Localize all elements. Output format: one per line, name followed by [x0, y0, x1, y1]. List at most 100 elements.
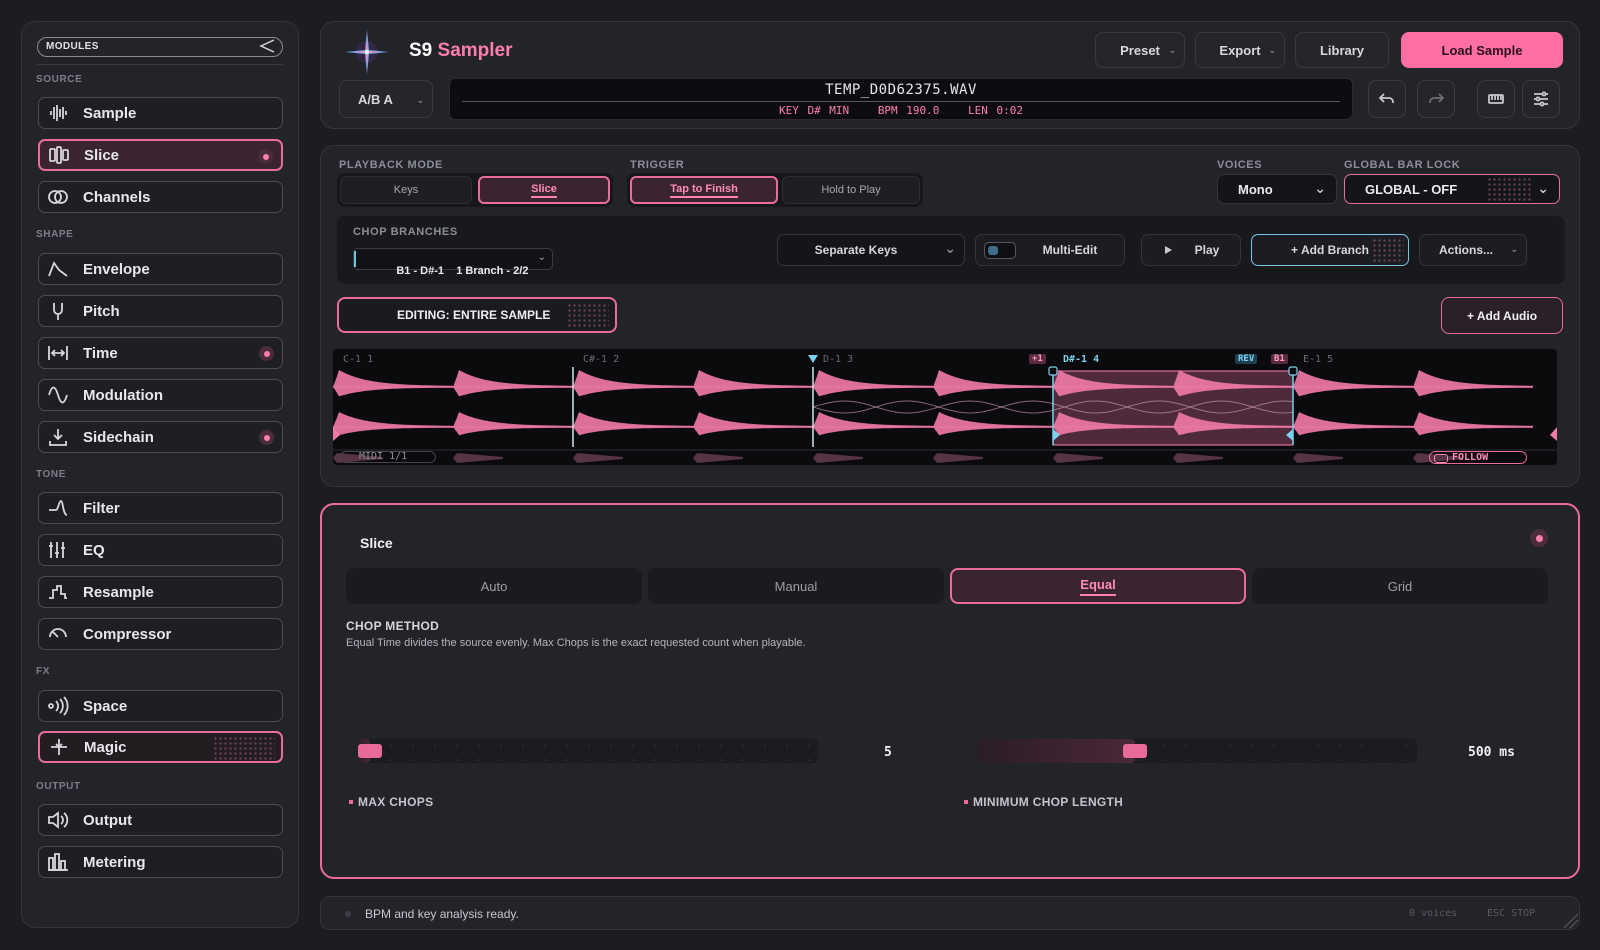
add-branch-button[interactable]: + Add Branch — [1251, 234, 1409, 266]
slider-thumb[interactable] — [1123, 744, 1147, 758]
tab-auto[interactable]: Auto — [346, 568, 642, 604]
sidebar-item-filter[interactable]: Filter — [38, 492, 283, 524]
multi-edit-toggle[interactable]: Multi-Edit — [975, 234, 1125, 266]
sidebar-item-resample[interactable]: Resample — [38, 576, 283, 608]
slice-label-5: E-1 5 — [1303, 354, 1334, 365]
voices-dropdown[interactable]: Mono ⌄ — [1217, 174, 1337, 204]
tab-grid[interactable]: Grid — [1252, 568, 1548, 604]
editing-scope-badge[interactable]: EDITING: ENTIRE SAMPLE — [337, 297, 617, 333]
waveform-transient — [933, 412, 1053, 436]
slider-thumb[interactable] — [358, 744, 382, 758]
global-bar-lock-dropdown[interactable]: GLOBAL - OFF ⌄ — [1344, 174, 1560, 204]
sidebar-item-label: Modulation — [83, 386, 163, 404]
sidebar-item-slice[interactable]: Slice — [38, 139, 283, 171]
max-chops-slider[interactable] — [358, 739, 818, 763]
branch-select[interactable]: B1 - D#-1 1 Branch - 2/2 ⌄ — [353, 248, 553, 277]
voices-label: VOICES — [1217, 159, 1263, 171]
playhead-marker — [808, 355, 818, 363]
chevron-down-icon: ⌄ — [1510, 244, 1518, 254]
chop-method-label: CHOP METHOD — [346, 619, 440, 633]
sidebar-item-eq[interactable]: EQ — [38, 534, 283, 566]
sparkle-icon — [48, 736, 70, 758]
playback-mode-slice[interactable]: Slice — [478, 176, 610, 204]
sidebar-item-space[interactable]: Space — [38, 690, 283, 722]
play-button[interactable]: Play — [1141, 234, 1241, 266]
trigger-hold-to-play[interactable]: Hold to Play — [782, 176, 920, 204]
waveform-transient — [933, 370, 1053, 397]
keyboard-button[interactable] — [1477, 80, 1515, 118]
min-chop-length-slider[interactable] — [977, 739, 1417, 763]
sidebar-item-label: Slice — [84, 146, 120, 164]
sidebar-item-pitch[interactable]: Pitch — [38, 295, 283, 327]
module-enabled-indicator[interactable] — [1530, 529, 1548, 547]
min-chop-length-label: MINIMUM CHOP LENGTH — [963, 795, 1124, 809]
add-audio-button[interactable]: + Add Audio — [1441, 297, 1563, 334]
waveform-canvas[interactable] — [333, 349, 1557, 465]
export-dropdown[interactable]: Export ⌄ — [1195, 32, 1285, 68]
sidebar-item-label: Sample — [83, 104, 137, 122]
active-indicator — [259, 346, 274, 361]
sidebar-item-metering[interactable]: Metering — [38, 846, 283, 878]
waveform-editor[interactable]: C-1 1 C#-1 2 D-1 3 +1 D#-1 4 REV B1 E-1 … — [333, 349, 1557, 465]
chop-branches-label: CHOP BRANCHES — [353, 226, 458, 238]
sidebar-item-label: Envelope — [83, 260, 150, 278]
collapse-icon[interactable] — [256, 39, 276, 53]
sidebar-item-modulation[interactable]: Modulation — [38, 379, 283, 411]
add-branch-label: + Add Branch — [1291, 243, 1369, 257]
sidebar-item-time[interactable]: Time — [38, 337, 283, 369]
key-mode-dropdown[interactable]: Separate Keys ⌄ — [777, 234, 965, 266]
actions-dropdown[interactable]: Actions... ⌄ — [1419, 234, 1527, 266]
slice-icon — [48, 144, 70, 166]
sidebar-item-sidechain[interactable]: Sidechain — [38, 421, 283, 453]
modules-header[interactable]: MODULES — [37, 37, 283, 57]
trigger-tap-to-finish[interactable]: Tap to Finish — [630, 176, 778, 204]
play-icon — [1164, 246, 1172, 254]
undo-button[interactable] — [1368, 80, 1406, 118]
sidechain-icon — [47, 426, 69, 448]
follow-toggle[interactable]: FOLLOW — [1429, 451, 1527, 464]
section-shape: SHAPE — [36, 229, 74, 240]
chevron-down-icon: ⌄ — [537, 252, 546, 263]
library-button[interactable]: Library — [1295, 32, 1389, 68]
meter-bars-icon — [47, 851, 69, 873]
main-panel: PLAYBACK MODE Keys Slice TRIGGER Tap to … — [320, 145, 1580, 487]
tab-manual[interactable]: Manual — [648, 568, 944, 604]
sample-info-display: TEMP_D0D62375.WAV KEY D# MIN BPM 190.0 L… — [449, 78, 1353, 120]
preset-dropdown[interactable]: Preset ⌄ — [1095, 32, 1185, 68]
slice-settings-panel: Slice Auto Manual Equal Grid CHOP METHOD… — [320, 503, 1580, 879]
pixel-decoration — [213, 736, 275, 760]
settings-button[interactable] — [1522, 80, 1560, 118]
panel-title: Slice — [360, 535, 393, 551]
sidebar-item-channels[interactable]: Channels — [38, 181, 283, 213]
redo-icon — [1429, 93, 1445, 103]
load-sample-button[interactable]: Load Sample — [1401, 32, 1563, 68]
waveform-icon — [47, 102, 69, 124]
waveform-transient — [333, 412, 453, 436]
status-bar: BPM and key analysis ready. 0 voices ESC… — [320, 896, 1580, 930]
sidebar-item-sample[interactable]: Sample — [38, 97, 283, 129]
sample-meta: KEY D# MIN BPM 190.0 LEN 0:02 — [450, 104, 1352, 117]
redo-button[interactable] — [1417, 80, 1455, 118]
sidebar-item-compressor[interactable]: Compressor — [38, 618, 283, 650]
max-chops-value: 5 — [884, 745, 892, 760]
resize-grip-icon[interactable] — [1557, 907, 1579, 929]
ab-compare-select[interactable]: A/B A ⌄ — [339, 80, 433, 118]
overview-transient — [1053, 453, 1103, 463]
toggle-switch[interactable] — [984, 242, 1016, 259]
sidebar-item-magic[interactable]: Magic — [38, 731, 283, 763]
playback-mode-label: PLAYBACK MODE — [339, 159, 443, 171]
waveform-transient — [453, 412, 573, 436]
midi-badge[interactable]: MIDI 1/1 — [340, 451, 436, 463]
playback-mode-keys[interactable]: Keys — [340, 176, 472, 204]
chevron-down-icon: ⌄ — [1314, 180, 1326, 196]
slice-handle — [1048, 366, 1058, 376]
section-fx: FX — [36, 666, 50, 677]
global-bar-lock-label: GLOBAL BAR LOCK — [1344, 159, 1461, 171]
slice-label-4: D#-1 4 — [1063, 354, 1100, 365]
sidebar-item-output[interactable]: Output — [38, 804, 283, 836]
max-chops-label: MAX CHOPS — [348, 795, 434, 809]
sidebar-item-envelope[interactable]: Envelope — [38, 253, 283, 285]
sidebar-item-label: Time — [83, 344, 118, 362]
slice-label-3: D-1 3 — [823, 354, 854, 365]
tab-equal[interactable]: Equal — [950, 568, 1246, 604]
